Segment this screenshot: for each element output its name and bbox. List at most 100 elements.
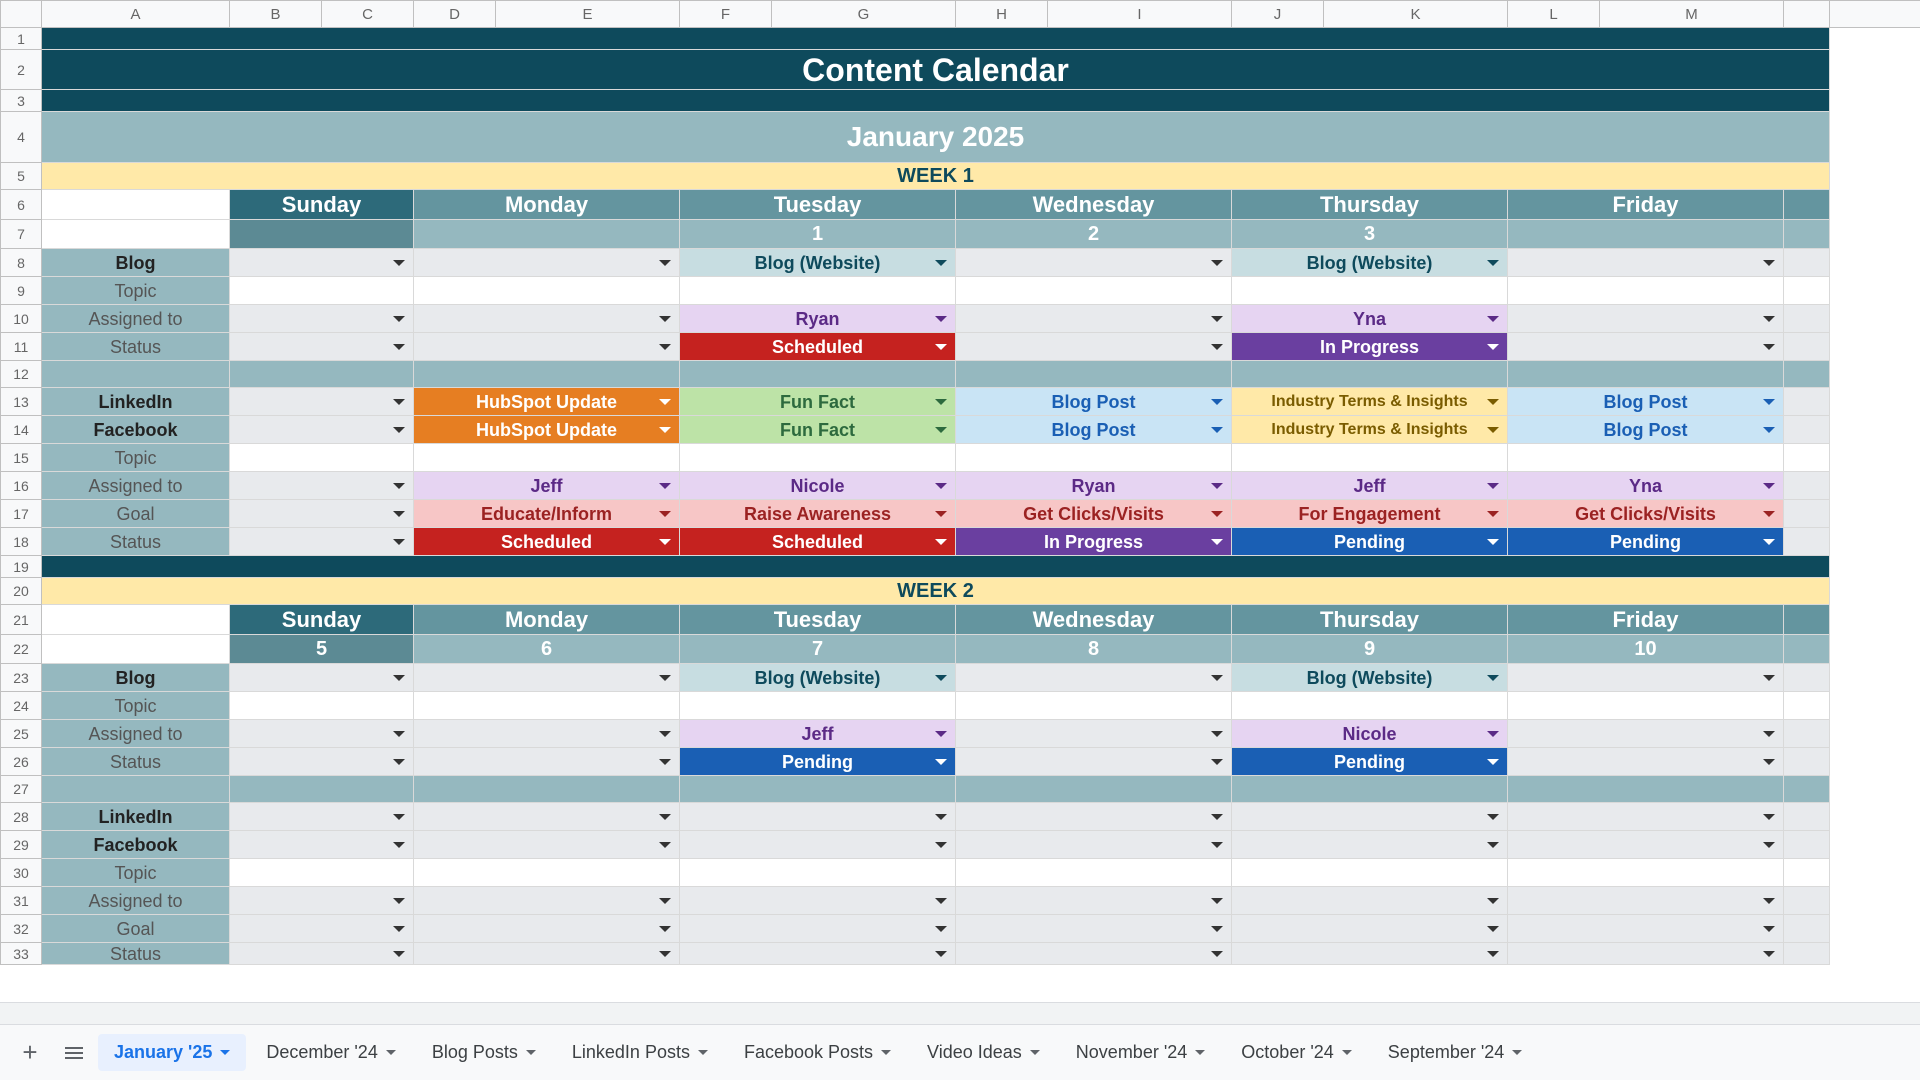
cell-grid[interactable]: Content CalendarJanuary 2025WEEK 1Sunday… — [42, 28, 1830, 965]
empty-cell[interactable] — [1232, 859, 1508, 887]
row-label[interactable]: Topic — [42, 692, 230, 720]
date-cell[interactable]: 6 — [414, 635, 680, 664]
day-header-sunday[interactable]: Sunday — [230, 190, 414, 220]
assigned-cell[interactable] — [414, 305, 680, 333]
goal-cell[interactable] — [230, 500, 414, 528]
row-header-27[interactable]: 27 — [0, 776, 42, 803]
empty-cell[interactable] — [1232, 277, 1508, 305]
column-header-D[interactable]: D — [414, 0, 496, 28]
date-cell[interactable] — [230, 220, 414, 249]
row-header-2[interactable]: 2 — [0, 50, 42, 90]
gap[interactable] — [1232, 361, 1508, 388]
title-cell[interactable]: Content Calendar — [42, 50, 1830, 90]
goal-cell[interactable]: For Engagement — [1232, 500, 1508, 528]
empty-dd-cell[interactable] — [956, 831, 1232, 859]
column-header-E[interactable]: E — [496, 0, 680, 28]
row-header-14[interactable]: 14 — [0, 416, 42, 444]
empty-cell[interactable] — [680, 277, 956, 305]
goal-cell[interactable]: Get Clicks/Visits — [1508, 500, 1784, 528]
empty-dd-cell[interactable] — [956, 887, 1232, 915]
gap[interactable] — [1232, 776, 1508, 803]
date-cell[interactable] — [1508, 220, 1784, 249]
row-header-25[interactable]: 25 — [0, 720, 42, 748]
tail[interactable] — [1784, 472, 1830, 500]
blog-cell[interactable] — [414, 249, 680, 277]
all-sheets-button[interactable] — [54, 1033, 94, 1073]
assigned-cell[interactable]: Nicole — [680, 472, 956, 500]
empty-dd-cell[interactable] — [414, 915, 680, 943]
row-header-15[interactable]: 15 — [0, 444, 42, 472]
status-cell[interactable]: Pending — [1508, 528, 1784, 556]
empty-cell[interactable] — [956, 277, 1232, 305]
column-header-extra[interactable] — [1784, 0, 1830, 28]
date-cell[interactable]: 7 — [680, 635, 956, 664]
empty-dd-cell[interactable] — [1508, 803, 1784, 831]
facebook-cell[interactable]: Fun Fact — [680, 416, 956, 444]
empty-dd-cell[interactable] — [414, 831, 680, 859]
row-header-28[interactable]: 28 — [0, 803, 42, 831]
goal-cell[interactable]: Raise Awareness — [680, 500, 956, 528]
empty-cell[interactable] — [1508, 277, 1784, 305]
assigned-cell[interactable] — [956, 305, 1232, 333]
gap[interactable] — [1508, 776, 1784, 803]
row-label[interactable]: Status — [42, 748, 230, 776]
row-header-26[interactable]: 26 — [0, 748, 42, 776]
row-label[interactable]: Topic — [42, 859, 230, 887]
gap[interactable] — [956, 361, 1232, 388]
gap[interactable] — [414, 776, 680, 803]
row-label[interactable]: Goal — [42, 915, 230, 943]
status-cell[interactable] — [230, 748, 414, 776]
status-cell[interactable]: Pending — [1232, 528, 1508, 556]
linkedin-cell[interactable] — [230, 388, 414, 416]
empty-cell[interactable] — [1232, 444, 1508, 472]
empty-cell[interactable] — [956, 859, 1232, 887]
status-cell[interactable]: Pending — [680, 748, 956, 776]
row-label-social[interactable]: Facebook — [42, 416, 230, 444]
tail[interactable] — [1784, 943, 1830, 965]
empty-dd-cell[interactable] — [1508, 915, 1784, 943]
gap[interactable] — [414, 361, 680, 388]
blog-cell[interactable] — [230, 664, 414, 692]
empty-dd-cell[interactable] — [680, 803, 956, 831]
empty-dd-cell[interactable] — [1232, 915, 1508, 943]
gap[interactable] — [1784, 776, 1830, 803]
date-cell[interactable]: 10 — [1508, 635, 1784, 664]
day-header-thursday[interactable]: Thursday — [1232, 605, 1508, 635]
empty-dd-cell[interactable] — [1508, 943, 1784, 965]
date-tail[interactable] — [1784, 220, 1830, 249]
gap[interactable] — [42, 361, 230, 388]
facebook-cell[interactable]: Blog Post — [1508, 416, 1784, 444]
empty-cell[interactable] — [230, 444, 414, 472]
tail[interactable] — [1784, 277, 1830, 305]
empty-dd-cell[interactable] — [1508, 831, 1784, 859]
assigned-cell[interactable] — [414, 720, 680, 748]
row-label[interactable]: Assigned to — [42, 472, 230, 500]
status-cell[interactable] — [1508, 333, 1784, 361]
day-header-thursday[interactable]: Thursday — [1232, 190, 1508, 220]
empty-cell[interactable] — [1508, 692, 1784, 720]
assigned-cell[interactable]: Jeff — [414, 472, 680, 500]
tail[interactable] — [1784, 915, 1830, 943]
status-cell[interactable]: Pending — [1232, 748, 1508, 776]
assigned-cell[interactable]: Yna — [1232, 305, 1508, 333]
empty-cell[interactable] — [42, 190, 230, 220]
title-cell[interactable] — [42, 90, 1830, 112]
day-header-wednesday[interactable]: Wednesday — [956, 605, 1232, 635]
assigned-cell[interactable]: Yna — [1508, 472, 1784, 500]
row-header-29[interactable]: 29 — [0, 831, 42, 859]
row-header-18[interactable]: 18 — [0, 528, 42, 556]
assigned-cell[interactable]: Nicole — [1232, 720, 1508, 748]
date-cell[interactable]: 2 — [956, 220, 1232, 249]
row-label-social[interactable]: Facebook — [42, 831, 230, 859]
row-header-20[interactable]: 20 — [0, 578, 42, 605]
gap[interactable] — [1508, 361, 1784, 388]
empty-cell[interactable] — [1232, 692, 1508, 720]
tail[interactable] — [1784, 831, 1830, 859]
date-cell[interactable]: 8 — [956, 635, 1232, 664]
empty-cell[interactable] — [1508, 859, 1784, 887]
empty-cell[interactable] — [42, 605, 230, 635]
row-header-4[interactable]: 4 — [0, 112, 42, 163]
empty-dd-cell[interactable] — [680, 887, 956, 915]
assigned-cell[interactable] — [956, 720, 1232, 748]
column-header-G[interactable]: G — [772, 0, 956, 28]
